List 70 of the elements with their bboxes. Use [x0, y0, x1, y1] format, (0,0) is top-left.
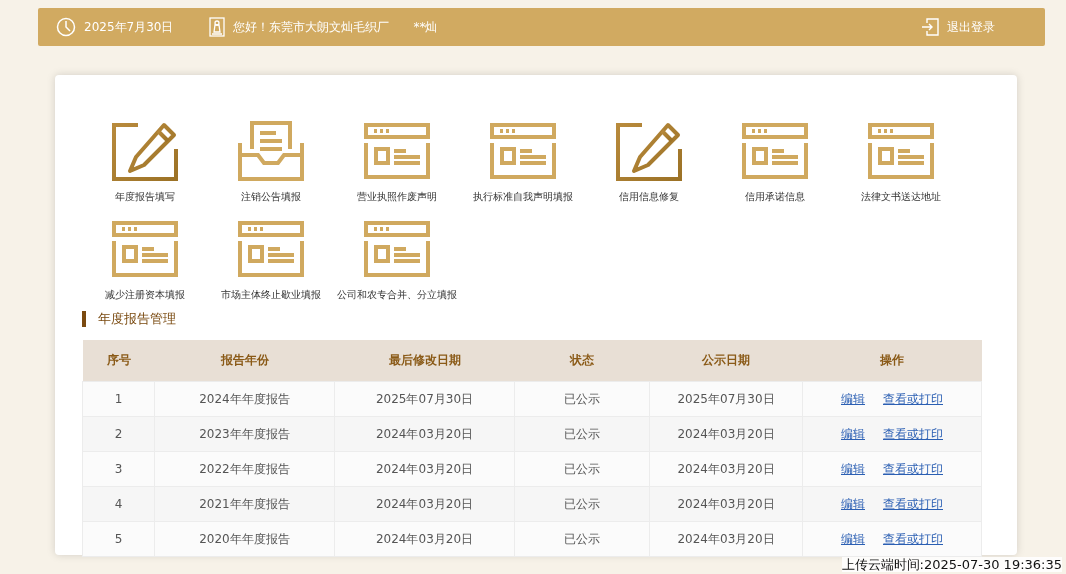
service-tile[interactable]: 信用信息修复 [586, 120, 712, 204]
clock-icon [56, 17, 76, 37]
table-cell: 2025年07月30日 [649, 381, 803, 417]
view-print-link[interactable]: 查看或打印 [883, 461, 943, 476]
table-cell: 2024年03月20日 [334, 416, 515, 452]
table-cell: 2024年03月20日 [334, 451, 515, 487]
column-header: 操作 [802, 340, 982, 382]
edit-link[interactable]: 编辑 [841, 426, 865, 441]
table-cell: 2024年03月20日 [649, 451, 803, 487]
view-print-link[interactable]: 查看或打印 [883, 391, 943, 406]
column-header: 最后修改日期 [334, 340, 515, 382]
service-tile[interactable]: 年度报告填写 [82, 120, 208, 204]
table-cell: 2022年年度报告 [154, 451, 335, 487]
table-cell: 2021年年度报告 [154, 486, 335, 522]
table-cell: 2024年03月20日 [649, 416, 803, 452]
edit-link[interactable]: 编辑 [841, 496, 865, 511]
column-header: 报告年份 [154, 340, 335, 382]
table-cell: 2024年03月20日 [334, 486, 515, 522]
column-header: 序号 [82, 340, 155, 382]
date-text: 2025年7月30日 [84, 18, 174, 36]
service-tile[interactable]: 法律文书送达地址 [838, 120, 964, 204]
user-name: **灿 [413, 18, 438, 36]
form-window-icon [364, 123, 430, 179]
inbox-tray-icon [238, 121, 304, 181]
table-cell: 3 [82, 451, 155, 487]
form-window-icon [364, 221, 430, 277]
service-tile[interactable]: 公司和农专合并、分立填报 [334, 218, 460, 302]
form-window-icon [490, 123, 556, 179]
table-cell: 2024年03月20日 [649, 521, 803, 557]
edit-link[interactable]: 编辑 [841, 391, 865, 406]
service-tile[interactable]: 营业执照作废声明 [334, 120, 460, 204]
edit-link[interactable]: 编辑 [841, 531, 865, 546]
view-print-link[interactable]: 查看或打印 [883, 531, 943, 546]
edit-link[interactable]: 编辑 [841, 461, 865, 476]
column-header: 公示日期 [649, 340, 803, 382]
section-marker [82, 311, 86, 327]
table-cell: 已公示 [514, 521, 650, 557]
form-window-icon [868, 123, 934, 179]
table-cell: 5 [82, 521, 155, 557]
table-cell: 2020年年度报告 [154, 521, 335, 557]
service-tile[interactable]: 执行标准自我声明填报 [460, 120, 586, 204]
table-cell: 1 [82, 381, 155, 417]
table-cell: 2025年07月30日 [334, 381, 515, 417]
service-tile[interactable]: 市场主体终止歇业填报 [208, 218, 334, 302]
table-cell: 2024年年度报告 [154, 381, 335, 417]
service-tile[interactable]: 注销公告填报 [208, 120, 334, 204]
table-cell: 4 [82, 486, 155, 522]
column-header: 状态 [514, 340, 650, 382]
view-print-link[interactable]: 查看或打印 [883, 426, 943, 441]
section-title: 年度报告管理 [98, 310, 176, 328]
view-print-link[interactable]: 查看或打印 [883, 496, 943, 511]
service-tile[interactable]: 信用承诺信息 [712, 120, 838, 204]
service-tile[interactable]: 减少注册资本填报 [82, 218, 208, 302]
table-cell: 2024年03月20日 [334, 521, 515, 557]
table-cell: 已公示 [514, 381, 650, 417]
form-window-icon [112, 221, 178, 277]
logout-icon [921, 18, 939, 36]
user-badge-icon [209, 17, 226, 37]
pencil-icon [616, 121, 682, 181]
upload-timestamp: 上传云端时间:2025-07-30 19:36:35 [841, 557, 1062, 572]
table-cell: 2023年年度报告 [154, 416, 335, 452]
table-cell: 2 [82, 416, 155, 452]
table-cell: 已公示 [514, 451, 650, 487]
greeting-text: 您好！东莞市大朗文灿毛织厂 [233, 18, 390, 36]
table-cell: 2024年03月20日 [649, 486, 803, 522]
form-window-icon [742, 123, 808, 179]
table-cell: 已公示 [514, 416, 650, 452]
pencil-icon [112, 121, 178, 181]
table-cell: 已公示 [514, 486, 650, 522]
form-window-icon [238, 221, 304, 277]
